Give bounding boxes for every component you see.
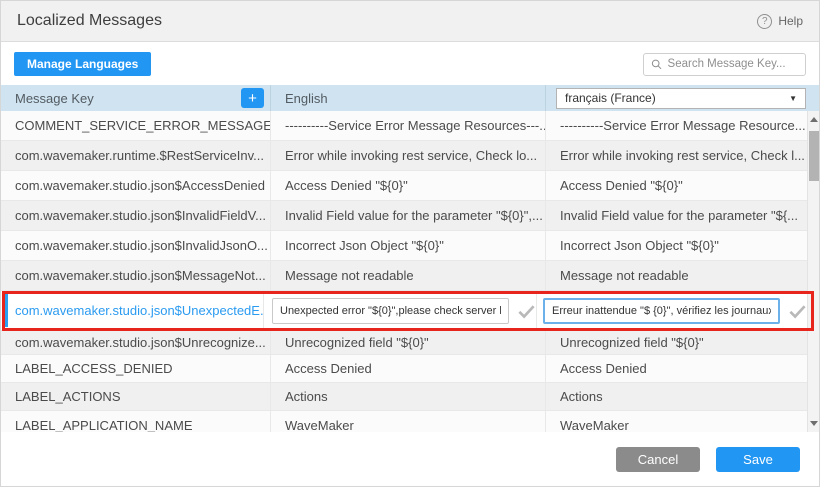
locale-cell: Unrecognized field "${0}" [546,331,807,354]
locale-cell: Error while invoking rest service, Check… [546,141,807,170]
table-row-editing[interactable]: com.wavemaker.studio.json$UnexpectedE... [1,291,807,331]
search-input[interactable] [668,58,798,70]
table-body: COMMENT_SERVICE_ERROR_MESSAGES ---------… [1,111,807,433]
message-key-cell: LABEL_ACTIONS [1,383,271,410]
english-cell: Access Denied "${0}" [271,171,546,200]
vertical-scrollbar[interactable] [807,111,820,433]
message-key-cell: com.wavemaker.studio.json$InvalidJsonO..… [1,231,271,260]
locale-selected-value: français (France) [565,91,656,105]
english-cell: Error while invoking rest service, Check… [271,141,546,170]
table-row[interactable]: LABEL_APPLICATION_NAME WaveMaker WaveMak… [1,411,807,433]
english-cell: ----------Service Error Message Resource… [271,111,546,140]
locale-cell: Actions [546,383,807,410]
page-title: Localized Messages [17,12,162,30]
chevron-down-icon: ▼ [789,94,797,103]
save-button[interactable]: Save [716,447,800,472]
message-key-cell: com.wavemaker.studio.json$AccessDenied [1,171,271,200]
message-key-cell: com.wavemaker.runtime.$RestServiceInv... [1,141,271,170]
dialog-titlebar: Localized Messages ? Help [1,1,819,42]
table-row[interactable]: LABEL_ACTIONS Actions Actions [1,383,807,411]
locale-cell: Access Denied [546,355,807,382]
locale-cell: Invalid Field value for the parameter "$… [546,201,807,230]
add-message-key-button[interactable]: + [241,88,264,108]
table-row[interactable]: com.wavemaker.studio.json$Unrecognize...… [1,331,807,355]
english-cell: Actions [271,383,546,410]
edit-row-accent [4,294,8,327]
table-row[interactable]: com.wavemaker.runtime.$RestServiceInv...… [1,141,807,171]
english-cell: Unrecognized field "${0}" [271,331,546,354]
message-key-cell: com.wavemaker.studio.json$MessageNot... [1,261,271,290]
search-box[interactable] [643,53,806,76]
localized-messages-dialog: Localized Messages ? Help Manage Languag… [0,0,820,487]
column-header-english: English [285,91,328,106]
confirm-check-icon[interactable] [788,303,807,319]
english-cell: Incorrect Json Object "${0}" [271,231,546,260]
help-question-icon: ? [757,14,772,29]
message-key-cell: com.wavemaker.studio.json$UnexpectedE... [1,291,264,330]
english-cell: Access Denied [271,355,546,382]
table-row[interactable]: LABEL_ACCESS_DENIED Access Denied Access… [1,355,807,383]
message-key-cell: com.wavemaker.studio.json$InvalidFieldV.… [1,201,271,230]
scroll-up-icon[interactable] [810,117,818,122]
locale-value-input[interactable] [543,298,780,324]
locale-cell: Incorrect Json Object "${0}" [546,231,807,260]
table-row[interactable]: com.wavemaker.studio.json$AccessDenied A… [1,171,807,201]
table-row[interactable]: com.wavemaker.studio.json$MessageNot... … [1,261,807,291]
manage-languages-button[interactable]: Manage Languages [14,52,151,76]
english-cell: Invalid Field value for the parameter "$… [271,201,546,230]
dialog-footer: Cancel Save [1,432,819,486]
locale-cell: ----------Service Error Message Resource… [546,111,807,140]
confirm-check-icon[interactable] [517,303,536,319]
toolbar: Manage Languages [1,43,819,85]
locale-select[interactable]: français (France) ▼ [556,88,806,109]
table-row[interactable]: com.wavemaker.studio.json$InvalidFieldV.… [1,201,807,231]
message-key-cell: LABEL_ACCESS_DENIED [1,355,271,382]
message-key-cell: COMMENT_SERVICE_ERROR_MESSAGES [1,111,271,140]
column-header-message-key: Message Key [15,91,94,106]
help-button[interactable]: ? Help [757,14,803,29]
message-key-cell: LABEL_APPLICATION_NAME [1,411,271,433]
english-value-input[interactable] [272,298,509,324]
table-row[interactable]: COMMENT_SERVICE_ERROR_MESSAGES ---------… [1,111,807,141]
locale-cell: WaveMaker [546,411,807,433]
english-cell: WaveMaker [271,411,546,433]
message-key-cell: com.wavemaker.studio.json$Unrecognize... [1,331,271,354]
search-icon [651,58,663,71]
table-row[interactable]: com.wavemaker.studio.json$InvalidJsonO..… [1,231,807,261]
locale-cell: Access Denied "${0}" [546,171,807,200]
english-cell: Message not readable [271,261,546,290]
scrollbar-thumb[interactable] [809,131,819,181]
cancel-button[interactable]: Cancel [616,447,700,472]
help-label: Help [778,14,803,28]
locale-cell: Message not readable [546,261,807,290]
table-header: Message Key + English français (France) … [1,85,819,111]
scroll-down-icon[interactable] [810,421,818,426]
